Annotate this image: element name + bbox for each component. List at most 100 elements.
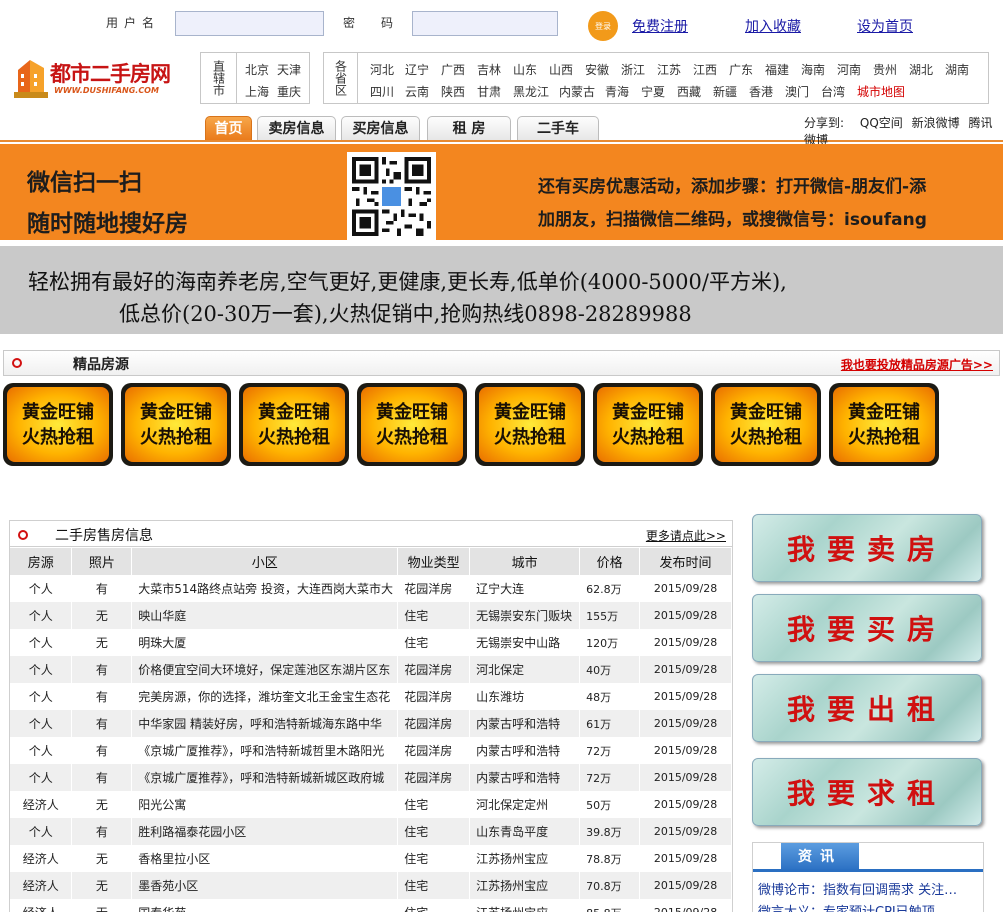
cell-community[interactable]: 《京城广厦推荐》，呼和浩特新城哲里木路阳光 (131, 737, 399, 764)
cell-community[interactable]: 香格里拉小区 (131, 845, 399, 872)
set-homepage-link[interactable]: 设为首页 (857, 16, 913, 36)
cell-community[interactable]: 中华家园 精装好房，呼和浩特新城海东路中华 (131, 710, 399, 737)
province-link[interactable]: 云南 (405, 83, 441, 100)
city-link[interactable]: 重庆 (277, 83, 301, 100)
province-link[interactable]: 海南 (801, 61, 837, 78)
news-item[interactable]: 微言大义：专家预计CPI已触顶 … (758, 901, 978, 912)
province-link[interactable]: 新疆 (713, 83, 749, 100)
tab-rent[interactable]: 租 房 (427, 116, 511, 141)
seek-rental-button[interactable]: 我要求租 (752, 758, 982, 826)
city-link[interactable]: 北京 (245, 61, 269, 78)
province-link[interactable]: 河南 (837, 61, 873, 78)
listing-row[interactable]: 个人有胜利路福泰花园小区 住宅 山东青岛平度 39.8万 2015/09/28 (10, 818, 732, 845)
listing-row[interactable]: 个人有中华家园 精装好房，呼和浩特新城海东路中华 花园洋房 内蒙古呼和浩特 61万 20… (10, 710, 732, 737)
cell-community[interactable]: 完美房源，你的选择，潍坊奎文北王金宝生态花 (131, 683, 399, 710)
listing-row[interactable]: 个人有《京城广厦推荐》，呼和浩特新城哲里木路阳光 花园洋房 内蒙古呼和浩特 72万 20… (10, 737, 732, 764)
province-link[interactable]: 香港 (749, 83, 785, 100)
province-link[interactable]: 宁夏 (641, 83, 677, 100)
username-input[interactable] (175, 11, 324, 36)
ad-line-2: 火热抢租 (258, 426, 330, 448)
listing-more-link[interactable]: 更多请点此>> (646, 527, 726, 544)
listing-row[interactable]: 个人无映山华庭 住宅 无锡崇安东门贩块 155万 2015/09/28 (10, 602, 732, 629)
province-link[interactable]: 西藏 (677, 83, 713, 100)
city-link[interactable]: 上海 (245, 83, 269, 100)
cell-community[interactable]: 价格便宜空间大环境好，保定莲池区东湖片区东 (131, 656, 399, 683)
rent-out-button[interactable]: 我要出租 (752, 674, 982, 742)
cell-community[interactable]: 国泰华苑 (131, 899, 399, 912)
province-link[interactable]: 澳门 (785, 83, 821, 100)
featured-ad[interactable]: 黄金旺铺 火热抢租 (357, 383, 467, 466)
listing-row[interactable]: 个人有大菜市514路终点站旁 投资，大连西岗大菜市大 花园洋房 辽宁大连 62.8万 2… (10, 575, 732, 602)
ring-bullet-icon (18, 530, 28, 540)
listing-row[interactable]: 个人无明珠大厦 住宅 无锡崇安中山路 120万 2015/09/28 (10, 629, 732, 656)
cell-community[interactable]: 胜利路福泰花园小区 (131, 818, 399, 845)
login-button[interactable]: 登录 (588, 11, 618, 41)
listing-row[interactable]: 个人有《京城广厦推荐》，呼和浩特新城新城区政府城 花园洋房 内蒙古呼和浩特 72万 20… (10, 764, 732, 791)
province-link[interactable]: 广西 (441, 61, 477, 78)
news-tab[interactable]: 资讯 (781, 843, 859, 871)
listing-row[interactable]: 个人有价格便宜空间大环境好，保定莲池区东湖片区东 花园洋房 河北保定 40万 2015/… (10, 656, 732, 683)
password-input[interactable] (412, 11, 558, 36)
register-link[interactable]: 免费注册 (632, 16, 688, 36)
featured-ad[interactable]: 黄金旺铺 火热抢租 (829, 383, 939, 466)
cell-city: 山东潍坊 (469, 683, 581, 710)
featured-ad[interactable]: 黄金旺铺 火热抢租 (239, 383, 349, 466)
tab-sell-info[interactable]: 卖房信息 (257, 116, 336, 141)
featured-ad[interactable]: 黄金旺铺 火热抢租 (121, 383, 231, 466)
listing-row[interactable]: 经济人无墨香苑小区 住宅 江苏扬州宝应 70.8万 2015/09/28 (10, 872, 732, 899)
tab-used-car[interactable]: 二手车 (517, 116, 599, 141)
cell-community[interactable]: 映山华庭 (131, 602, 399, 629)
cell-community[interactable]: 明珠大厦 (131, 629, 399, 656)
city-map-link[interactable]: 城市地图 (857, 83, 917, 100)
post-featured-ad-link[interactable]: 我也要投放精品房源广告>> (841, 356, 993, 373)
province-link[interactable]: 甘肃 (477, 83, 513, 100)
ad-line-2: 火热抢租 (730, 426, 802, 448)
municipality-row-2: 上海 重庆 (245, 83, 301, 100)
city-link[interactable]: 天津 (277, 61, 301, 78)
featured-ad[interactable]: 黄金旺铺 火热抢租 (475, 383, 585, 466)
buy-house-button[interactable]: 我要买房 (752, 594, 982, 662)
listing-row[interactable]: 个人有完美房源，你的选择，潍坊奎文北王金宝生态花 花园洋房 山东潍坊 48万 2015/… (10, 683, 732, 710)
wechat-banner[interactable]: 微信扫一扫 随时随地搜好房 还有买房优惠活动，添加步骤：打开微信-朋友们-添 加… (0, 144, 1003, 241)
province-box: 各省区 河北 辽宁 广西 吉林 山东 山西 安徽 浙江 江苏 江西 广东 福建 … (323, 52, 989, 104)
province-link[interactable]: 安徽 (585, 61, 621, 78)
cell-community[interactable]: 《京城广厦推荐》，呼和浩特新城新城区政府城 (131, 764, 399, 791)
cell-community[interactable]: 阳光公寓 (131, 791, 399, 818)
cell-community[interactable]: 墨香苑小区 (131, 872, 399, 899)
province-link[interactable]: 内蒙古 (559, 83, 605, 100)
listing-row[interactable]: 经济人无香格里拉小区 住宅 江苏扬州宝应 78.8万 2015/09/28 (10, 845, 732, 872)
featured-ad[interactable]: 黄金旺铺 火热抢租 (3, 383, 113, 466)
province-link[interactable]: 江西 (693, 61, 729, 78)
featured-ad[interactable]: 黄金旺铺 火热抢租 (711, 383, 821, 466)
province-link[interactable]: 福建 (765, 61, 801, 78)
province-link[interactable]: 山东 (513, 61, 549, 78)
cell-community[interactable]: 大菜市514路终点站旁 投资，大连西岗大菜市大 (131, 575, 399, 602)
tab-buy-info[interactable]: 买房信息 (341, 116, 420, 141)
share-sina-weibo[interactable]: 新浪微博 (912, 116, 960, 130)
province-link[interactable]: 湖北 (909, 61, 945, 78)
province-link[interactable]: 贵州 (873, 61, 909, 78)
province-link[interactable]: 吉林 (477, 61, 513, 78)
province-link[interactable]: 陕西 (441, 83, 477, 100)
add-favorite-link[interactable]: 加入收藏 (745, 16, 801, 36)
province-link[interactable]: 台湾 (821, 83, 857, 100)
sell-house-button[interactable]: 我要卖房 (752, 514, 982, 582)
site-logo[interactable]: 都市二手房网 WWW.DUSHIFANG.COM (10, 52, 188, 102)
province-link[interactable]: 四川 (370, 83, 405, 100)
hainan-promo-banner[interactable]: 轻松拥有最好的海南养老房,空气更好,更健康,更长寿,低单价(4000-5000/… (0, 246, 1003, 334)
featured-ad[interactable]: 黄金旺铺 火热抢租 (593, 383, 703, 466)
province-link[interactable]: 江苏 (657, 61, 693, 78)
province-link[interactable]: 山西 (549, 61, 585, 78)
province-link[interactable]: 辽宁 (405, 61, 441, 78)
news-item[interactable]: 微博论市：指数有回调需求 关注… (758, 879, 978, 898)
tab-home[interactable]: 首页 (205, 116, 252, 141)
province-link[interactable]: 浙江 (621, 61, 657, 78)
listing-row[interactable]: 经济人无阳光公寓 住宅 河北保定定州 50万 2015/09/28 (10, 791, 732, 818)
province-link[interactable]: 湖南 (945, 61, 975, 78)
province-link[interactable]: 河北 (370, 61, 405, 78)
share-qzone[interactable]: QQ空间 (860, 116, 903, 130)
province-link[interactable]: 广东 (729, 61, 765, 78)
listing-row[interactable]: 经济人无国泰华苑住宅江苏扬州宝应85.8万2015/09/28 (10, 899, 732, 912)
province-link[interactable]: 青海 (605, 83, 641, 100)
province-link[interactable]: 黑龙江 (513, 83, 559, 100)
